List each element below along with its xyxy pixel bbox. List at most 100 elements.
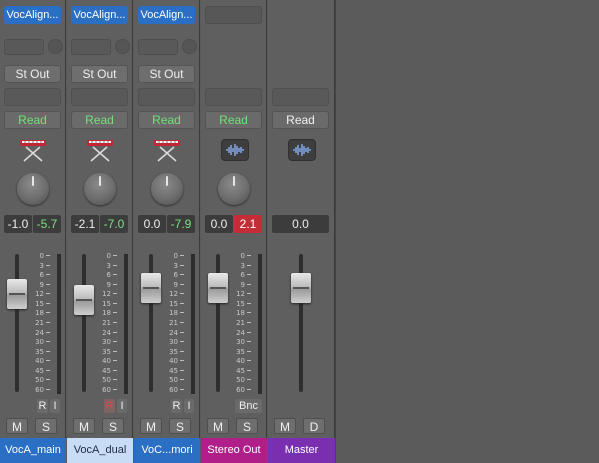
volume-readout[interactable]: 0.0 [272, 215, 329, 233]
fader-scale-tick [46, 303, 50, 304]
record-enable-button[interactable]: R [37, 399, 48, 413]
fader-scale-label: 30 [169, 338, 178, 346]
volume-readout[interactable]: -2.1 [71, 215, 99, 233]
bounce-button[interactable]: Bnc [235, 399, 262, 413]
fader-scale-tick [46, 341, 50, 342]
track-name[interactable]: VocA_main [0, 438, 66, 463]
fader-scale-tick [247, 332, 251, 333]
mute-button[interactable]: M [6, 418, 28, 434]
fader-scale-label: 9 [39, 281, 44, 289]
mute-button[interactable]: M [73, 418, 95, 434]
pan-knob[interactable] [151, 173, 183, 205]
output-button[interactable]: St Out [138, 65, 195, 83]
plugin-slot[interactable] [205, 6, 262, 24]
fader-scale-label: 3 [240, 262, 245, 270]
fader-scale-tick [180, 389, 184, 390]
automation-mode-button[interactable]: Read [272, 111, 329, 129]
send-slot[interactable] [4, 39, 44, 55]
automation-mode-button[interactable]: Read [205, 111, 262, 129]
solo-button[interactable]: S [35, 418, 57, 434]
volume-readout[interactable]: 0.0 [205, 215, 233, 233]
peak-readout[interactable]: -5.7 [33, 215, 61, 233]
input-monitor-button[interactable]: I [184, 399, 194, 413]
fader-scale-tick [180, 284, 184, 285]
peak-readout[interactable]: -7.9 [167, 215, 195, 233]
peak-readout[interactable]: 2.1 [234, 215, 262, 233]
plugin-slot[interactable]: VocAlign... [138, 6, 195, 24]
fader-scale-label: 40 [236, 357, 245, 365]
volume-fader[interactable] [7, 279, 27, 309]
solo-button[interactable]: S [236, 418, 258, 434]
peak-readout[interactable]: -7.0 [100, 215, 128, 233]
fader-scale-tick [113, 293, 117, 294]
fader-scale-label: 40 [35, 357, 44, 365]
record-enable-button[interactable]: R [171, 399, 182, 413]
mute-button[interactable]: M [274, 418, 296, 434]
fader-scale-tick [247, 265, 251, 266]
fader-scale-tick [180, 351, 184, 352]
pan-knob[interactable] [84, 173, 116, 205]
fader-scale-label: 30 [236, 338, 245, 346]
group-slot[interactable] [4, 88, 61, 106]
record-enable-button[interactable]: R [104, 399, 115, 413]
mute-button[interactable]: M [207, 418, 229, 434]
track-name[interactable]: Stereo Out [201, 438, 267, 463]
mute-button[interactable]: M [140, 418, 162, 434]
volume-fader[interactable] [208, 273, 228, 303]
fader-scale-tick [46, 293, 50, 294]
fader-scale: 0 3 6 9 12 15 18 21 24 30 35 40 45 50 60 [34, 252, 56, 394]
fader-scale-tick [46, 379, 50, 380]
audio-waveform-icon[interactable] [221, 139, 249, 161]
volume-readout[interactable]: 0.0 [138, 215, 166, 233]
automation-mode-button[interactable]: Read [71, 111, 128, 129]
fader-scale-label: 6 [240, 271, 245, 279]
send-level-knob[interactable] [115, 39, 130, 54]
fader-scale-label: 9 [173, 281, 178, 289]
send-level-knob[interactable] [48, 39, 63, 54]
fader-scale-label: 21 [35, 319, 44, 327]
volume-fader[interactable] [291, 273, 311, 303]
track-name[interactable]: VoC...mori [134, 438, 200, 463]
track-name[interactable]: Master [268, 438, 335, 463]
fader-scale-tick [113, 255, 117, 256]
plugin-slot[interactable]: VocAlign... [71, 6, 128, 24]
group-slot[interactable] [138, 88, 195, 106]
plugin-slot[interactable]: VocAlign... [4, 6, 61, 24]
group-slot[interactable] [205, 88, 262, 106]
fader-scale-label: 12 [102, 290, 111, 298]
solo-button[interactable]: S [169, 418, 191, 434]
fader-scale-tick [113, 379, 117, 380]
audio-waveform-icon[interactable] [288, 139, 316, 161]
group-slot[interactable] [71, 88, 128, 106]
fader-scale-label: 60 [102, 386, 111, 394]
fader-scale-tick [113, 303, 117, 304]
track-name[interactable]: VocA_dual [67, 438, 133, 463]
fader-scale-tick [180, 370, 184, 371]
input-monitor-button[interactable]: I [117, 399, 127, 413]
automation-mode-button[interactable]: Read [138, 111, 195, 129]
dim-button[interactable]: D [303, 418, 325, 434]
automation-mode-button[interactable]: Read [4, 111, 61, 129]
send-slot[interactable] [71, 39, 111, 55]
pan-knob[interactable] [218, 173, 250, 205]
solo-button[interactable]: S [102, 418, 124, 434]
output-button[interactable]: St Out [71, 65, 128, 83]
fader-scale-label: 60 [236, 386, 245, 394]
send-level-knob[interactable] [182, 39, 197, 54]
volume-readout[interactable]: -1.0 [4, 215, 32, 233]
output-button[interactable]: St Out [4, 65, 61, 83]
fader-scale-label: 35 [169, 348, 178, 356]
fader-scale-tick [180, 341, 184, 342]
volume-fader[interactable] [74, 285, 94, 315]
keyboard-instrument-icon[interactable] [152, 137, 182, 163]
group-slot[interactable] [272, 88, 329, 106]
volume-fader[interactable] [141, 273, 161, 303]
send-slot[interactable] [138, 39, 178, 55]
keyboard-instrument-icon[interactable] [85, 137, 115, 163]
fader-scale-label: 3 [106, 262, 111, 270]
fader-scale-tick [247, 312, 251, 313]
pan-knob[interactable] [17, 173, 49, 205]
channel-strip-vocA-dual: VocAlign... St Out Read -2.1 -7.0 0 3 6 9 12… [67, 0, 133, 463]
input-monitor-button[interactable]: I [50, 399, 60, 413]
keyboard-instrument-icon[interactable] [18, 137, 48, 163]
